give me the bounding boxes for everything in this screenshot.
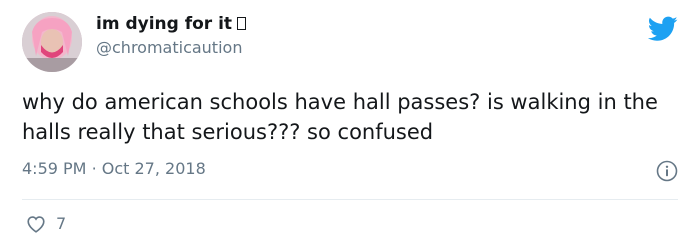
user-handle[interactable]: @chromaticaution [96,37,246,59]
display-name-text[interactable]: im dying for it [96,14,232,34]
meta-separator: · [91,159,97,178]
like-count: 7 [56,214,67,233]
avatar-photo [22,12,82,72]
tweet-text: why do american schools have hall passes… [22,90,658,144]
tweet-time[interactable]: 4:59 PM [22,159,86,178]
info-icon[interactable] [656,160,678,182]
tweet-timestamp[interactable]: 4:59 PM · Oct 27, 2018 [22,158,206,180]
unsupported-emoji-icon [237,17,247,30]
twitter-bird-icon[interactable] [648,16,678,42]
tweet-date[interactable]: Oct 27, 2018 [102,159,206,178]
heart-icon[interactable] [26,215,46,233]
display-name[interactable]: im dying for it [96,13,247,35]
divider [22,199,678,200]
like-action[interactable]: 7 [26,214,66,233]
tweet-card: im dying for it @chromaticaution why do … [0,0,700,249]
avatar[interactable] [22,12,82,72]
author-info: im dying for it @chromaticaution [96,13,247,59]
